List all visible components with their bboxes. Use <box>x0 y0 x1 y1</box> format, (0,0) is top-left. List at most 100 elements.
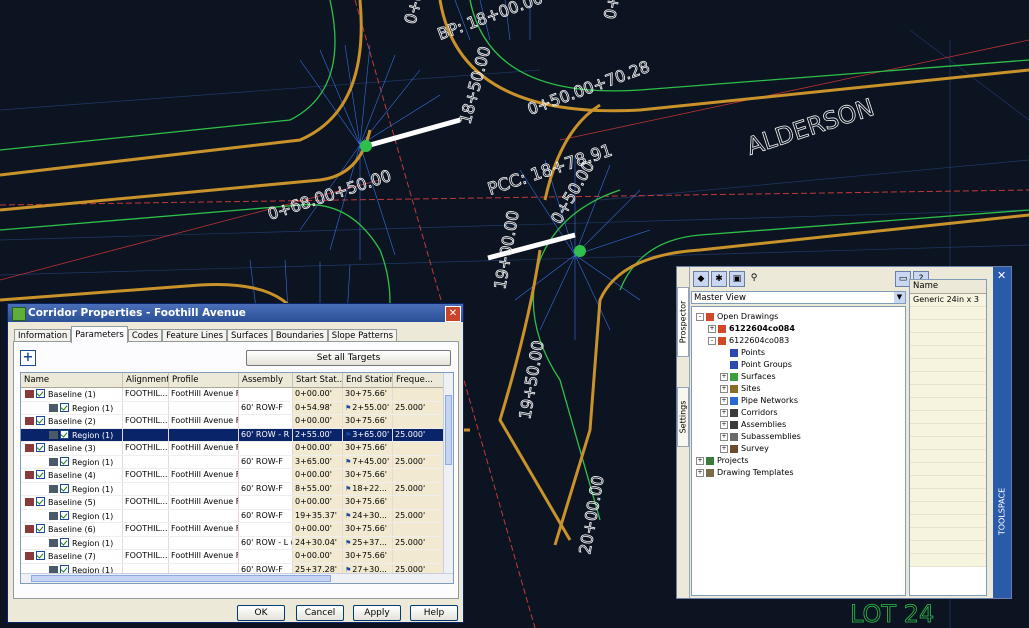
cell-alignment[interactable] <box>123 428 169 441</box>
cell-freq[interactable]: 25.000' <box>393 455 444 468</box>
cell-assembly[interactable] <box>239 415 293 428</box>
cell-name[interactable]: Region (1) <box>21 536 123 549</box>
row-checkbox[interactable] <box>36 551 45 560</box>
table-row[interactable]: Region (1) 60' ROW-F 3+65.00' ⚑7+45.00' 25.0… <box>21 455 453 469</box>
cell-end[interactable]: 30+75.66' <box>343 442 393 455</box>
cell-alignment[interactable] <box>123 455 169 468</box>
cell-alignment[interactable]: FOOTHIL... <box>123 415 169 428</box>
station-pick-icon[interactable]: ⚑ <box>345 431 351 439</box>
cell-assembly[interactable]: 60' ROW-F <box>239 455 293 468</box>
cell-freq[interactable]: 25.000' <box>393 536 444 549</box>
tree-item[interactable]: + Projects <box>696 455 749 466</box>
cell-end[interactable]: ⚑24+30... <box>343 509 393 522</box>
cell-name[interactable]: Baseline (3) <box>21 442 123 455</box>
expand-icon[interactable]: + <box>720 408 728 417</box>
table-row[interactable]: Baseline (4) FOOTHIL... FootHill Avenue FG… <box>21 469 453 483</box>
tab-prospector[interactable]: Prospector <box>677 287 689 357</box>
col-frequency[interactable]: Freque... <box>393 373 444 387</box>
cell-profile[interactable]: FootHill Avenue FG <box>169 415 239 428</box>
row-checkbox[interactable] <box>60 402 69 412</box>
cell-start[interactable]: 8+55.00' <box>293 482 343 495</box>
cell-start[interactable]: 0+00.00' <box>293 469 343 482</box>
col-name[interactable]: Name <box>21 373 123 387</box>
cell-start[interactable]: 0+00.00' <box>293 496 343 509</box>
table-row[interactable]: Baseline (1) FOOTHIL... FootHill Avenue FG… <box>21 388 453 402</box>
tree-item[interactable]: + Assemblies <box>720 419 786 430</box>
cell-profile[interactable] <box>169 536 239 549</box>
table-row[interactable]: Region (1) 60' ROW-F 19+35.37' ⚑24+30... 25.… <box>21 509 453 523</box>
cancel-button[interactable]: Cancel <box>296 605 344 621</box>
table-row[interactable]: Region (1) 60' ROW-F 8+55.00' ⚑18+22... 25.0… <box>21 482 453 496</box>
col-profile[interactable]: Profile <box>169 373 239 387</box>
cell-end[interactable]: 30+75.66' <box>343 469 393 482</box>
col-alignment[interactable]: Alignment <box>123 373 169 387</box>
collapse-icon[interactable]: - <box>696 312 704 321</box>
tree-item[interactable]: + Surfaces <box>720 371 776 382</box>
cell-freq[interactable] <box>393 415 444 428</box>
row-checkbox[interactable] <box>60 456 69 466</box>
cell-name[interactable]: Baseline (4) <box>21 469 123 482</box>
row-checkbox[interactable] <box>60 510 69 520</box>
cell-start[interactable]: 0+54.98' <box>293 401 343 414</box>
cell-name[interactable]: Baseline (2) <box>21 415 123 428</box>
cell-start[interactable]: 24+30.04' <box>293 536 343 549</box>
cell-alignment[interactable] <box>123 482 169 495</box>
row-checkbox[interactable] <box>36 389 45 398</box>
survey-toolbar-icon[interactable]: ▣ <box>729 271 745 287</box>
cell-alignment[interactable] <box>123 536 169 549</box>
tab-settings[interactable]: Settings <box>677 387 689 447</box>
row-checkbox[interactable] <box>36 470 45 479</box>
station-pick-icon[interactable]: ⚑ <box>345 404 351 412</box>
cell-end[interactable]: ⚑7+45.00' <box>343 455 393 468</box>
table-row[interactable]: Baseline (2) FOOTHIL... FootHill Avenue FG… <box>21 415 453 429</box>
cell-profile[interactable]: FootHill Avenue FG <box>169 388 239 401</box>
cell-end[interactable]: ⚑2+55.00' <box>343 401 393 414</box>
close-icon[interactable]: ✕ <box>997 269 1006 282</box>
cell-profile[interactable] <box>169 509 239 522</box>
tree-item[interactable]: Points <box>720 347 765 358</box>
cell-alignment[interactable]: FOOTHIL... <box>123 442 169 455</box>
tree-item[interactable]: + Survey <box>720 443 769 454</box>
cell-alignment[interactable]: FOOTHIL... <box>123 469 169 482</box>
expand-icon[interactable]: + <box>708 324 716 333</box>
row-checkbox[interactable] <box>60 537 69 547</box>
cell-profile[interactable]: FootHill Avenue FG <box>169 496 239 509</box>
tree-item[interactable]: - 6122604co083 <box>708 335 789 346</box>
expand-icon[interactable]: + <box>720 384 728 393</box>
table-row[interactable]: Region (1) 60' ROW - R ...2+55.00' ⚑3+65.0… <box>21 428 453 442</box>
expand-icon[interactable]: + <box>720 420 728 429</box>
cell-profile[interactable]: FootHill Avenue FG <box>169 442 239 455</box>
cell-name[interactable]: Baseline (6) <box>21 523 123 536</box>
col-end-station[interactable]: End Station <box>343 373 393 387</box>
row-checkbox[interactable] <box>60 483 69 493</box>
cell-assembly[interactable]: 60' ROW-F <box>239 482 293 495</box>
col-start-station[interactable]: Start Stat... <box>293 373 343 387</box>
chevron-down-icon[interactable]: ▼ <box>894 292 905 303</box>
cell-end[interactable]: 30+75.66' <box>343 415 393 428</box>
cell-name[interactable]: Baseline (1) <box>21 388 123 401</box>
table-row[interactable]: Baseline (6) FOOTHIL... FootHill Avenue FG… <box>21 523 453 537</box>
table-row[interactable]: Region (1) 60' ROW-F 0+54.98' ⚑2+55.00' 25.0… <box>21 401 453 415</box>
cell-name[interactable]: Region (1) <box>21 509 123 522</box>
cell-start[interactable]: 0+00.00' <box>293 415 343 428</box>
cell-name[interactable]: Baseline (7) <box>21 550 123 563</box>
cell-start[interactable]: 0+00.00' <box>293 523 343 536</box>
search-icon[interactable]: ⚲ <box>747 271 761 285</box>
cell-profile[interactable] <box>169 428 239 441</box>
cell-start[interactable]: 0+00.00' <box>293 388 343 401</box>
cell-freq[interactable]: 25.000' <box>393 509 444 522</box>
cell-freq[interactable]: 25.000' <box>393 428 444 441</box>
tab-parameters[interactable]: Parameters <box>71 326 128 343</box>
cell-name[interactable]: Region (1) <box>21 401 123 414</box>
station-pick-icon[interactable]: ⚑ <box>345 485 351 493</box>
cell-profile[interactable]: FootHill Avenue FG <box>169 469 239 482</box>
cell-alignment[interactable]: FOOTHIL... <box>123 496 169 509</box>
cell-name[interactable]: Region (1) <box>21 455 123 468</box>
cell-assembly[interactable]: 60' ROW - R ... <box>239 428 293 441</box>
cell-name[interactable]: Region (1) <box>21 482 123 495</box>
cell-freq[interactable] <box>393 523 444 536</box>
cell-name[interactable]: Region (1) <box>21 428 123 441</box>
collapse-icon[interactable]: - <box>708 336 716 345</box>
cell-assembly[interactable]: 60' ROW-F <box>239 509 293 522</box>
cell-assembly[interactable] <box>239 496 293 509</box>
